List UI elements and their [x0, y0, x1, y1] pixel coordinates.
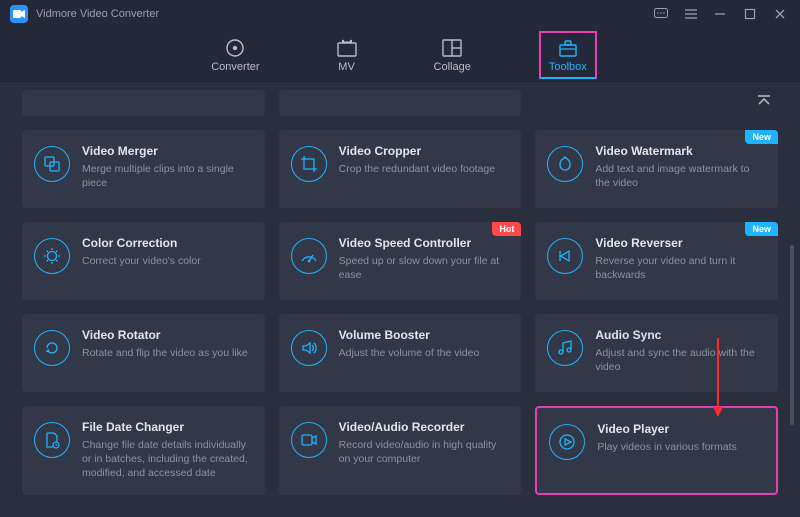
- watermark-icon: [547, 146, 583, 182]
- card-video-watermark[interactable]: New Video Watermark Add text and image w…: [535, 130, 778, 208]
- menu-icon[interactable]: [684, 8, 700, 20]
- main-tabs: Converter MV Collage Toolbox: [0, 28, 800, 82]
- card-video-merger[interactable]: Video Merger Merge multiple clips into a…: [22, 130, 265, 208]
- card-video-player[interactable]: Video Player Play videos in various form…: [535, 406, 778, 495]
- annotation-arrow: [717, 338, 719, 416]
- card-desc: Rotate and flip the video as you like: [82, 346, 251, 360]
- filedate-icon: [34, 422, 70, 458]
- card-title: Video Merger: [82, 144, 251, 158]
- card-audio-sync[interactable]: Audio Sync Adjust and sync the audio wit…: [535, 314, 778, 392]
- card-file-date-changer[interactable]: File Date Changer Change file date detai…: [22, 406, 265, 495]
- card-desc: Record video/audio in high quality on yo…: [339, 438, 508, 466]
- card-title: Video Speed Controller: [339, 236, 508, 250]
- rotator-icon: [34, 330, 70, 366]
- card-desc: Correct your video's color: [82, 254, 251, 268]
- card-desc: Play videos in various formats: [597, 440, 762, 454]
- card-video-rotator[interactable]: Video Rotator Rotate and flip the video …: [22, 314, 265, 392]
- card-volume-booster[interactable]: Volume Booster Adjust the volume of the …: [279, 314, 522, 392]
- card-desc: Reverse your video and turn it backwards: [595, 254, 764, 282]
- merger-icon: [34, 146, 70, 182]
- tab-collage[interactable]: Collage: [426, 33, 479, 77]
- recorder-icon: [291, 422, 327, 458]
- app-title: Vidmore Video Converter: [36, 8, 159, 20]
- card-partial[interactable]: [279, 90, 522, 116]
- audiosync-icon: [547, 330, 583, 366]
- tab-label: Collage: [434, 61, 471, 73]
- tab-label: MV: [338, 61, 355, 73]
- minimize-button[interactable]: [714, 8, 730, 20]
- card-video-cropper[interactable]: Video Cropper Crop the redundant video f…: [279, 130, 522, 208]
- card-title: Audio Sync: [595, 328, 764, 342]
- card-title: Video Cropper: [339, 144, 508, 158]
- card-title: Volume Booster: [339, 328, 508, 342]
- card-title: File Date Changer: [82, 420, 251, 434]
- badge-new: New: [745, 130, 778, 144]
- card-title: Video Player: [597, 422, 762, 436]
- card-desc: Speed up or slow down your file at ease: [339, 254, 508, 282]
- volume-icon: [291, 330, 327, 366]
- color-icon: [34, 238, 70, 274]
- card-desc: Adjust and sync the audio with the video: [595, 346, 764, 374]
- card-title: Video Reverser: [595, 236, 764, 250]
- app-logo-icon: [10, 5, 28, 23]
- player-icon: [549, 424, 585, 460]
- feedback-icon[interactable]: [654, 8, 670, 20]
- maximize-button[interactable]: [744, 8, 760, 20]
- tab-toolbox[interactable]: Toolbox: [539, 31, 597, 79]
- card-desc: Add text and image watermark to the vide…: [595, 162, 764, 190]
- tab-mv[interactable]: MV: [328, 33, 366, 77]
- close-button[interactable]: [774, 8, 790, 20]
- scrollbar[interactable]: [790, 245, 794, 425]
- card-video-audio-recorder[interactable]: Video/Audio Recorder Record video/audio …: [279, 406, 522, 495]
- card-title: Video Watermark: [595, 144, 764, 158]
- converter-icon: [224, 37, 246, 59]
- mv-icon: [336, 37, 358, 59]
- card-video-speed-controller[interactable]: Hot Video Speed Controller Speed up or s…: [279, 222, 522, 300]
- tab-label: Converter: [211, 61, 259, 73]
- toolbox-icon: [557, 37, 579, 59]
- speed-icon: [291, 238, 327, 274]
- card-title: Video/Audio Recorder: [339, 420, 508, 434]
- tab-converter[interactable]: Converter: [203, 33, 267, 77]
- card-desc: Merge multiple clips into a single piece: [82, 162, 251, 190]
- card-partial[interactable]: [22, 90, 265, 116]
- badge-hot: Hot: [492, 222, 521, 236]
- card-video-reverser[interactable]: New Video Reverser Reverse your video an…: [535, 222, 778, 300]
- reverser-icon: [547, 238, 583, 274]
- tab-label: Toolbox: [549, 61, 587, 73]
- card-title: Video Rotator: [82, 328, 251, 342]
- titlebar: Vidmore Video Converter: [0, 0, 800, 28]
- card-desc: Crop the redundant video footage: [339, 162, 508, 176]
- card-title: Color Correction: [82, 236, 251, 250]
- cropper-icon: [291, 146, 327, 182]
- card-color-correction[interactable]: Color Correction Correct your video's co…: [22, 222, 265, 300]
- card-desc: Adjust the volume of the video: [339, 346, 508, 360]
- badge-new: New: [745, 222, 778, 236]
- collage-icon: [441, 37, 463, 59]
- toolbox-content: Video Merger Merge multiple clips into a…: [0, 82, 800, 517]
- card-desc: Change file date details individually or…: [82, 438, 251, 481]
